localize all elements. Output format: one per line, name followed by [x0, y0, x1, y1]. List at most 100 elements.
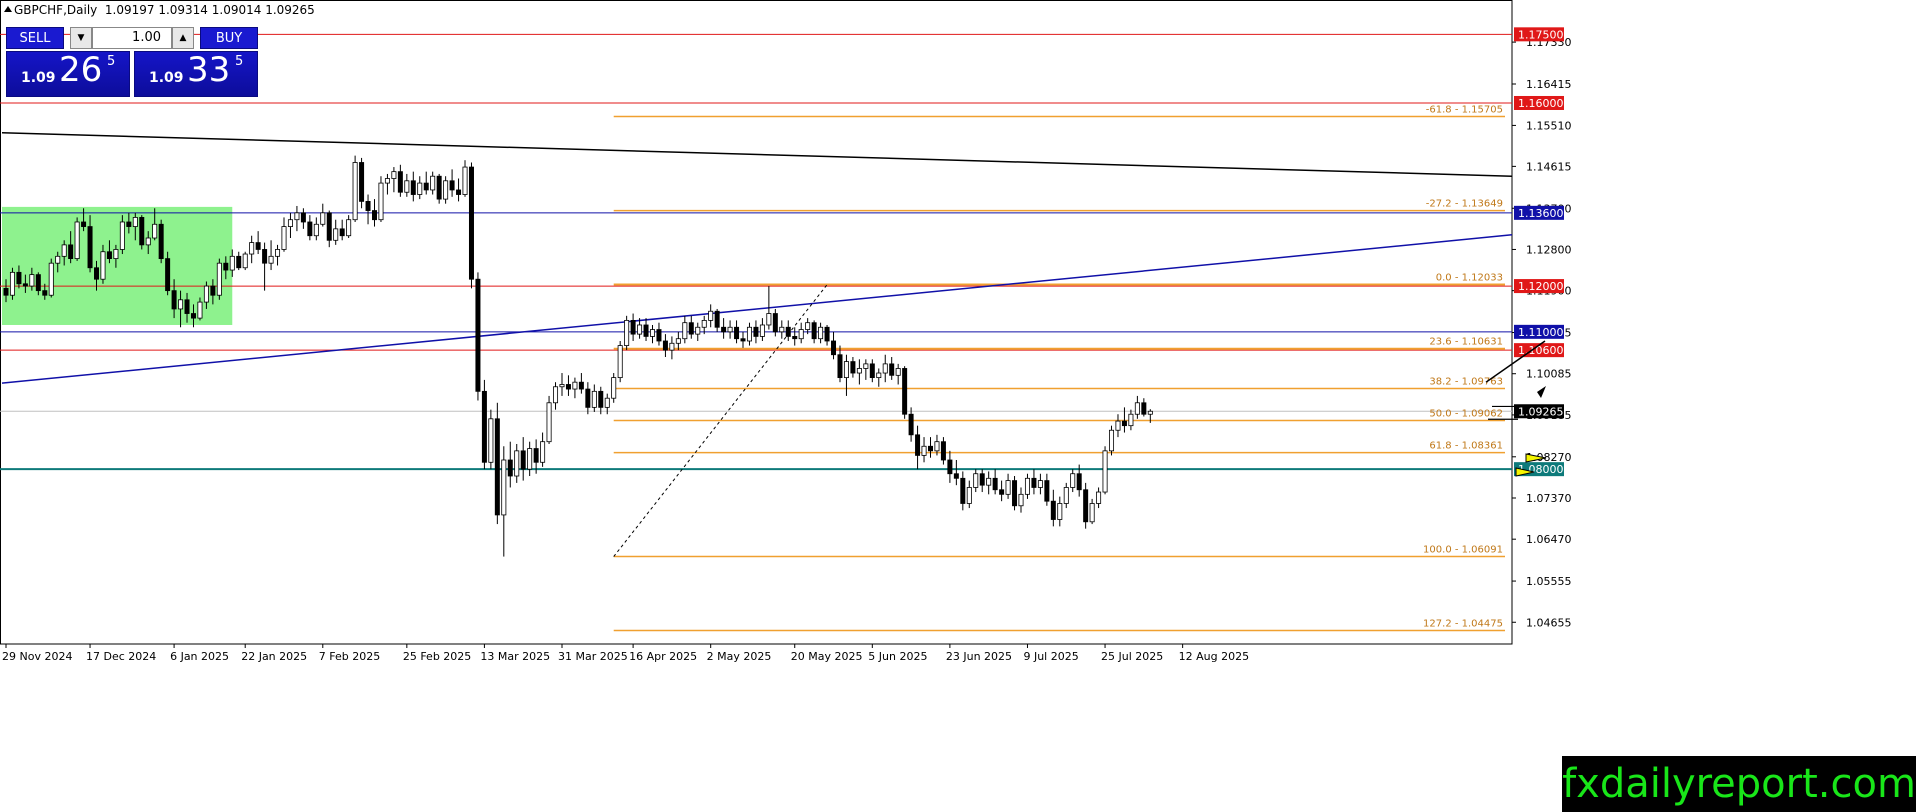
fibonacci-level-label: 50.0 - 1.09062	[1429, 409, 1503, 420]
y-tick-label: 1.15510	[1526, 119, 1572, 132]
candle-body	[178, 299, 184, 310]
sell-price-fraction: 5	[107, 54, 116, 69]
level-price-label: 1.11000	[1518, 326, 1564, 339]
candle-body	[1031, 477, 1037, 488]
candle-body	[986, 477, 992, 486]
level-price-label: 1.12000	[1518, 280, 1564, 293]
candle-body	[352, 162, 358, 221]
candle-body	[973, 473, 979, 488]
candle-body	[662, 340, 668, 351]
price-chart[interactable]: 1.173301.164151.155101.146151.137001.128…	[0, 0, 1916, 812]
level-price-label: 1.13600	[1518, 207, 1564, 220]
candle-body	[934, 441, 940, 452]
candle-body	[281, 226, 287, 250]
y-tick-label: 1.14615	[1526, 160, 1572, 173]
x-tick-label: 2 May 2025	[707, 650, 772, 663]
y-tick-label: 1.07370	[1526, 492, 1572, 505]
candle-body	[1050, 500, 1056, 520]
lot-decrease-button[interactable]: ▼	[70, 27, 92, 49]
candle-body	[514, 450, 520, 477]
projection-arrowhead-icon	[1537, 386, 1546, 398]
candle-body	[81, 221, 87, 227]
candle-body	[436, 175, 442, 200]
candle-body	[268, 255, 274, 264]
candle-body	[831, 340, 837, 356]
candle-body	[106, 251, 112, 260]
candle-body	[410, 180, 416, 195]
candle-body	[87, 226, 93, 269]
candle-body	[165, 258, 171, 292]
candle-body	[908, 413, 914, 436]
lot-size-input[interactable]: 1.00	[92, 27, 172, 49]
candle-body	[203, 285, 209, 303]
candle-body	[262, 249, 268, 264]
resistance-trendline	[1, 131, 1513, 177]
candle-body	[1134, 402, 1140, 415]
candle-body	[695, 326, 701, 335]
candle-body	[902, 368, 908, 415]
candle-body	[1024, 477, 1030, 495]
x-tick-label: 31 Mar 2025	[558, 650, 628, 663]
candle-body	[378, 182, 384, 221]
candle-body	[197, 301, 203, 319]
candle-body	[856, 368, 862, 374]
x-tick-label: 13 Mar 2025	[480, 650, 550, 663]
candle-body	[598, 390, 604, 408]
candle-body	[294, 212, 300, 221]
candle-body	[372, 210, 378, 221]
buy-button[interactable]: BUY	[200, 27, 258, 49]
candle-body	[927, 445, 933, 452]
candle-body	[456, 189, 462, 195]
fibonacci-level-label: 61.8 - 1.08361	[1429, 441, 1503, 452]
candle-body	[242, 253, 248, 269]
candle-body	[1141, 402, 1147, 415]
candle-body	[326, 212, 332, 241]
candle-body	[145, 237, 151, 246]
candle-body	[359, 162, 365, 202]
candle-body	[1096, 491, 1102, 504]
sell-button[interactable]: SELL	[6, 27, 64, 49]
buy-price-box[interactable]: 1.09 33 5	[134, 50, 258, 97]
one-click-trade-panel: SELL ▼ 1.00 ▲ BUY 1.09 26 5 1.09 33 5	[6, 27, 258, 97]
candle-body	[229, 255, 235, 271]
x-tick-label: 16 Apr 2025	[629, 650, 697, 663]
chart-window[interactable]: 1.173301.164151.155101.146151.137001.128…	[0, 0, 1916, 812]
candle-body	[559, 384, 565, 388]
candle-body	[171, 290, 177, 310]
candle-body	[423, 182, 429, 191]
candle-body	[572, 381, 578, 390]
candle-body	[688, 322, 694, 335]
candle-body	[113, 249, 119, 260]
buy-price-pips: 33	[187, 50, 231, 90]
candle-body	[585, 388, 591, 408]
x-tick-label: 29 Nov 2024	[2, 650, 72, 663]
candle-body	[94, 267, 100, 280]
y-tick-label: 1.12800	[1526, 243, 1572, 256]
sell-price-box[interactable]: 1.09 26 5	[6, 50, 130, 97]
collapse-triangle-icon[interactable]	[4, 6, 12, 12]
candle-body	[565, 384, 571, 390]
candle-body	[339, 228, 345, 237]
candle-body	[979, 473, 985, 486]
candle-body	[999, 489, 1005, 495]
candle-body	[617, 345, 623, 379]
candle-body	[9, 271, 15, 296]
candle-body	[158, 223, 164, 260]
lot-increase-button[interactable]: ▲	[172, 27, 194, 49]
candle-body	[468, 166, 474, 280]
candle-body	[333, 228, 339, 241]
candle-body	[307, 221, 313, 237]
candle-body	[462, 166, 468, 195]
candle-body	[837, 354, 843, 379]
candle-body	[365, 200, 371, 211]
candle-body	[746, 326, 752, 342]
y-tick-label: 1.05555	[1526, 575, 1572, 588]
candle-body	[960, 477, 966, 504]
x-tick-label: 12 Aug 2025	[1179, 650, 1249, 663]
candle-body	[643, 324, 649, 337]
candle-body	[734, 326, 740, 340]
candle-body	[35, 274, 41, 292]
candle-body	[384, 178, 390, 184]
x-tick-label: 22 Jan 2025	[241, 650, 307, 663]
candle-body	[785, 326, 791, 337]
